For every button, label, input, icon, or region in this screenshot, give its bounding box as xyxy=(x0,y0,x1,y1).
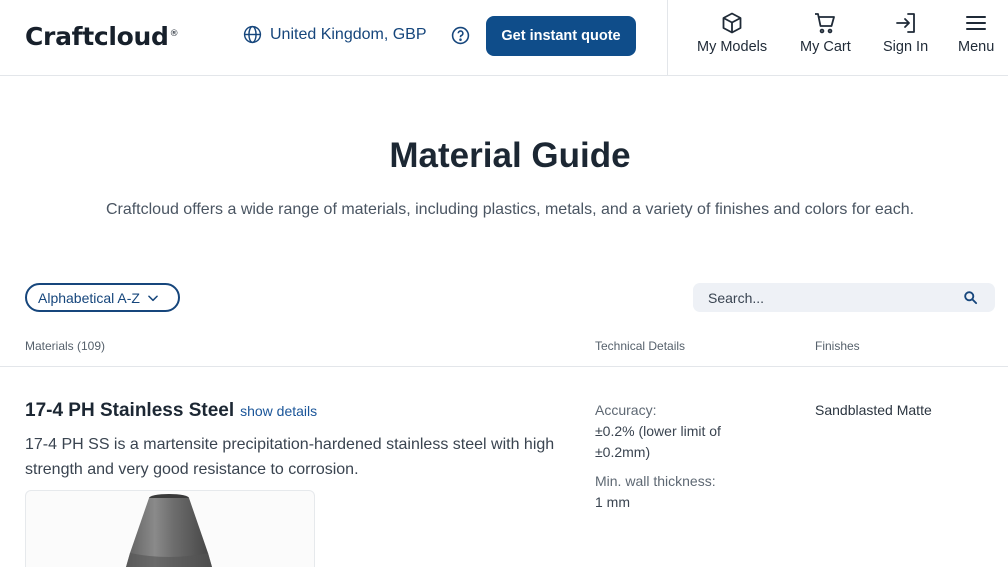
show-details-link[interactable]: show details xyxy=(240,403,317,419)
nav-label: Sign In xyxy=(883,39,929,55)
nav-label: My Models xyxy=(697,39,768,55)
hamburger-icon xyxy=(966,16,987,30)
technical-details: Accuracy: ±0.2% (lower limit of ±0.2mm) … xyxy=(595,400,775,513)
column-header-materials: Materials (109) xyxy=(25,339,106,353)
wall-thickness-label: Min. wall thickness: xyxy=(595,473,716,489)
wall-thickness-value: 1 mm xyxy=(595,494,630,510)
material-description: 17-4 PH SS is a martensite precipitation… xyxy=(25,436,555,478)
finish-value: Sandblasted Matte xyxy=(815,402,932,418)
cube-icon xyxy=(722,12,742,34)
search-input[interactable] xyxy=(708,289,948,306)
page-title: Material Guide xyxy=(389,136,631,175)
region-label: United Kingdom, GBP xyxy=(270,25,427,43)
material-image xyxy=(25,490,315,567)
nav-my-models[interactable]: My Models xyxy=(697,11,767,55)
get-quote-button[interactable]: Get instant quote xyxy=(486,16,636,56)
sort-dropdown[interactable]: Alphabetical A-Z xyxy=(25,283,180,312)
metal-part-illustration xyxy=(126,494,212,567)
nav-label: Menu xyxy=(958,39,995,55)
logo[interactable]: Craftcloud® xyxy=(25,22,179,51)
header-divider xyxy=(667,0,668,76)
nav-label: My Cart xyxy=(800,39,851,55)
sort-label: Alphabetical A-Z xyxy=(38,289,140,306)
search-icon[interactable] xyxy=(963,290,978,305)
registered-mark: ® xyxy=(169,28,179,39)
accuracy-label: Accuracy: xyxy=(595,402,657,418)
nav-my-cart[interactable]: My Cart xyxy=(800,11,851,55)
chevron-down-icon xyxy=(148,294,158,301)
material-title: 17-4 PH Stainless Steel xyxy=(25,400,235,421)
sign-in-icon xyxy=(895,13,915,33)
accuracy-value: ±0.2% (lower limit of ±0.2mm) xyxy=(595,423,721,460)
material-name: 17-4 PH Stainless Steel show details xyxy=(25,400,317,422)
table-divider xyxy=(0,366,1008,367)
globe-icon xyxy=(243,25,262,44)
column-header-technical: Technical Details xyxy=(595,339,686,353)
nav-menu[interactable]: Menu xyxy=(958,11,994,55)
site-header: Craftcloud® United Kingdom, GBP Get inst… xyxy=(0,0,1008,76)
page-subtitle: Craftcloud offers a wide range of materi… xyxy=(105,201,915,218)
region-selector[interactable]: United Kingdom, GBP xyxy=(243,25,427,44)
search-box xyxy=(693,283,995,312)
help-icon[interactable] xyxy=(451,26,470,45)
nav-sign-in[interactable]: Sign In xyxy=(883,11,928,55)
cart-icon xyxy=(815,13,836,34)
column-header-finishes: Finishes xyxy=(815,339,860,353)
logo-text: Craftcloud xyxy=(25,22,169,51)
